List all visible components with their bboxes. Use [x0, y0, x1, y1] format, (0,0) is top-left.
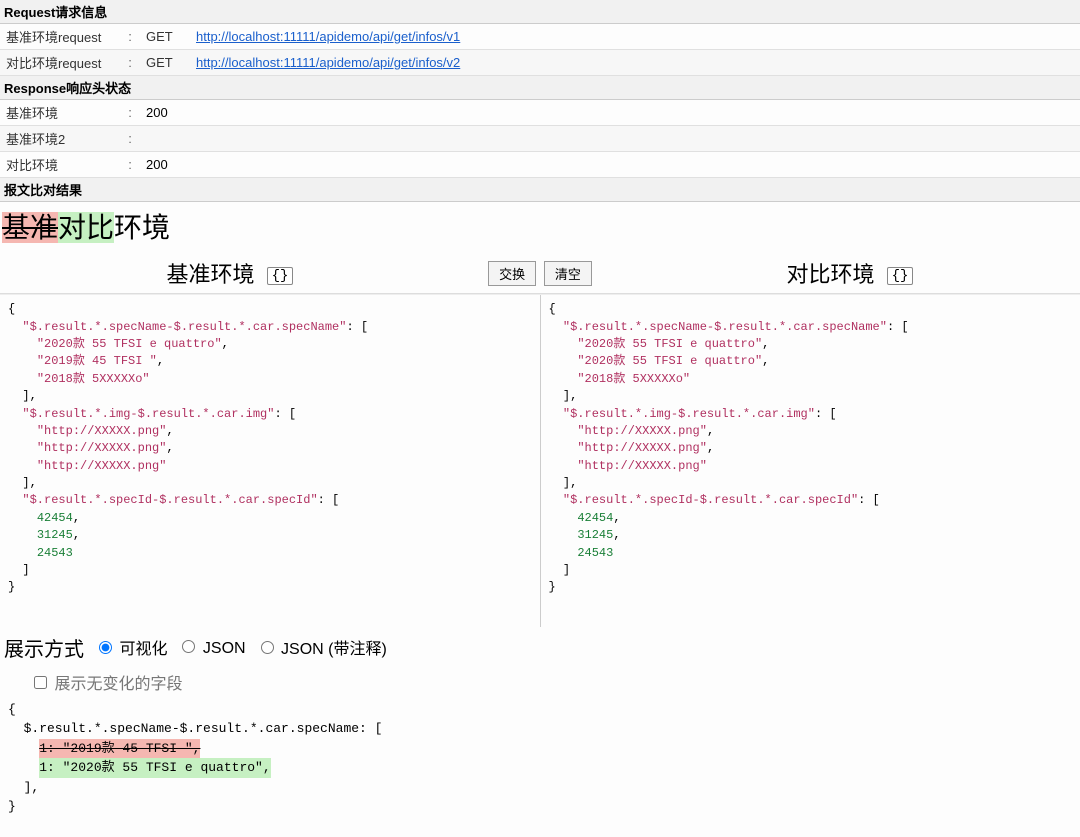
radio-json-input[interactable]: [182, 640, 195, 653]
response-section-header: Response响应头状态: [0, 76, 1080, 100]
sep: :: [120, 100, 140, 126]
pane-header-left-text: 基准环境: [167, 262, 255, 287]
pane-header-left: 基准环境 {}: [0, 253, 460, 293]
radio-visual-text: 可视化: [119, 641, 167, 658]
panes: { "$.result.*.specName-$.result.*.car.sp…: [0, 294, 1080, 627]
diff-title-rest: 环境: [114, 212, 170, 243]
radio-json-text: JSON: [203, 640, 246, 657]
response-row: 基准环境2 :: [0, 126, 1080, 152]
pane-header-right: 对比环境 {}: [620, 253, 1080, 293]
pane-header-row: 基准环境 {} 交换 清空 对比环境 {}: [0, 253, 1080, 294]
response-row: 对比环境 : 200: [0, 152, 1080, 178]
radio-json[interactable]: JSON: [177, 637, 245, 658]
show-unchanged-text: 展示无变化的字段: [54, 676, 182, 693]
request-method: GET: [140, 50, 190, 76]
json-pane-left[interactable]: { "$.result.*.specName-$.result.*.car.sp…: [0, 295, 541, 627]
display-mode-label: 展示方式: [4, 633, 84, 662]
radio-visual[interactable]: 可视化: [94, 635, 167, 659]
display-mode-row: 展示方式 可视化 JSON JSON (带注释): [0, 627, 1080, 668]
response-row: 基准环境 : 200: [0, 100, 1080, 126]
clear-button[interactable]: 清空: [544, 261, 592, 286]
sep: :: [120, 152, 140, 178]
radio-json-annot-input[interactable]: [261, 641, 274, 654]
radio-json-annot-text: JSON (带注释): [281, 641, 387, 658]
diff-output: { $.result.*.specName-$.result.*.car.spe…: [0, 700, 1080, 837]
json-pane-right[interactable]: { "$.result.*.specName-$.result.*.car.sp…: [541, 295, 1080, 627]
response-value: 200: [140, 152, 1080, 178]
radio-visual-input[interactable]: [99, 641, 112, 654]
diff-title-del: 基准: [2, 212, 58, 243]
center-controls: 交换 清空: [460, 261, 620, 286]
report-section-header: 报文比对结果: [0, 178, 1080, 202]
sep: :: [120, 50, 140, 76]
sep: :: [120, 24, 140, 50]
response-value: 200: [140, 100, 1080, 126]
request-compare-label: 对比环境request: [0, 50, 120, 76]
response-label: 对比环境: [0, 152, 120, 178]
swap-button[interactable]: 交换: [488, 261, 536, 286]
request-compare-url[interactable]: http://localhost:11111/apidemo/api/get/i…: [196, 55, 460, 70]
response-label: 基准环境: [0, 100, 120, 126]
show-unchanged-checkbox[interactable]: [34, 676, 47, 689]
show-unchanged-label[interactable]: 展示无变化的字段: [30, 676, 182, 693]
request-row-compare: 对比环境request : GET http://localhost:11111…: [0, 50, 1080, 76]
request-base-url[interactable]: http://localhost:11111/apidemo/api/get/i…: [196, 29, 460, 44]
request-row-base: 基准环境request : GET http://localhost:11111…: [0, 24, 1080, 50]
format-left-button[interactable]: {}: [267, 267, 294, 285]
request-base-label: 基准环境request: [0, 24, 120, 50]
format-right-button[interactable]: {}: [887, 267, 914, 285]
sep: :: [120, 126, 140, 152]
response-table: 基准环境 : 200 基准环境2 : 对比环境 : 200: [0, 100, 1080, 178]
radio-json-annot[interactable]: JSON (带注释): [256, 635, 387, 659]
show-unchanged-row: 展示无变化的字段: [0, 668, 1080, 700]
request-section-header: Request请求信息: [0, 0, 1080, 24]
diff-title: 基准对比环境: [0, 202, 1080, 253]
request-table: 基准环境request : GET http://localhost:11111…: [0, 24, 1080, 76]
request-method: GET: [140, 24, 190, 50]
response-value: [140, 126, 1080, 152]
pane-header-right-text: 对比环境: [787, 262, 875, 287]
diff-title-add: 对比: [58, 212, 114, 243]
response-label: 基准环境2: [0, 126, 120, 152]
